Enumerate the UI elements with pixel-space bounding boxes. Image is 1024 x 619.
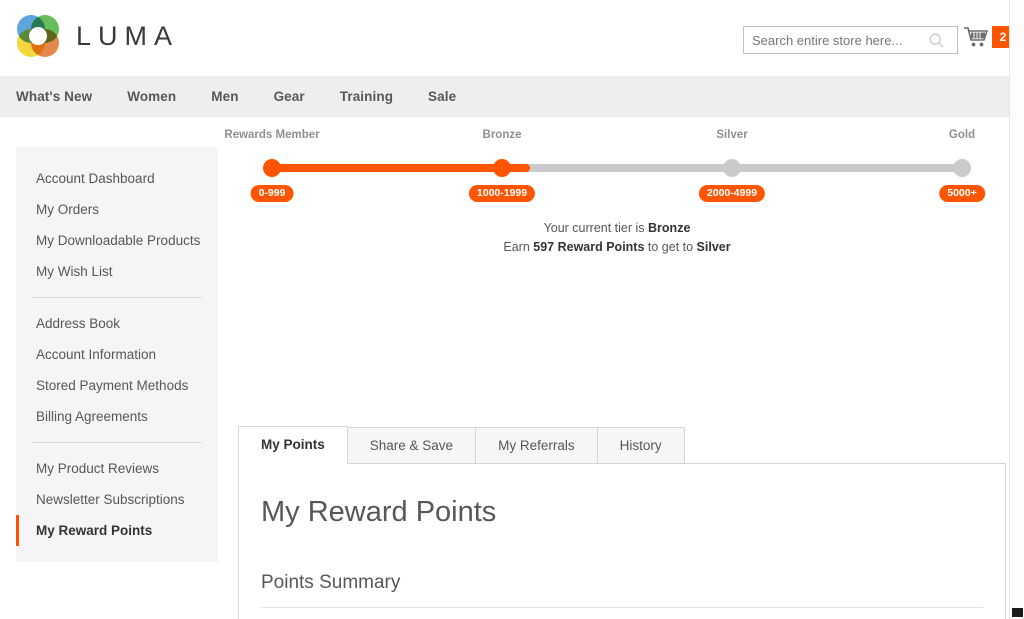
- shopping-cart-icon[interactable]: [963, 25, 989, 49]
- reward-tabs: My PointsShare & SaveMy ReferralsHistory: [238, 426, 684, 464]
- nav-item-4[interactable]: Training: [340, 89, 393, 104]
- current-tier-prefix: Your current tier is: [544, 221, 648, 235]
- nav-item-5[interactable]: Sale: [428, 89, 456, 104]
- tier-label-2: Silver: [716, 129, 747, 141]
- site-header: LUMA: [0, 0, 1024, 76]
- sidebar-item-my-orders[interactable]: My Orders: [16, 194, 218, 225]
- account-sidebar: Account DashboardMy OrdersMy Downloadabl…: [16, 147, 218, 562]
- current-tier-line: Your current tier is Bronze: [226, 219, 1008, 238]
- tier-range-pill-1: 1000-1999: [469, 185, 535, 202]
- nav-item-2[interactable]: Men: [211, 89, 238, 104]
- sidebar-item-my-product-reviews[interactable]: My Product Reviews: [16, 453, 218, 484]
- tab-my-points[interactable]: My Points: [238, 426, 348, 464]
- tier-status: Your current tier is Bronze Earn 597 Rew…: [226, 219, 1008, 257]
- next-prefix: Earn: [503, 240, 533, 254]
- tier-label-1: Bronze: [483, 129, 522, 141]
- search-box[interactable]: [743, 26, 958, 54]
- sidebar-item-my-downloadable-products[interactable]: My Downloadable Products: [16, 225, 218, 256]
- nav-item-3[interactable]: Gear: [274, 89, 305, 104]
- search-input[interactable]: [744, 27, 922, 53]
- tab-history[interactable]: History: [597, 427, 685, 464]
- tier-dot-1[interactable]: [493, 159, 511, 177]
- tier-range-pill-3: 5000+: [939, 185, 985, 202]
- page-title: My Reward Points: [261, 494, 983, 530]
- page-scrollbar[interactable]: [1009, 0, 1024, 619]
- tier-labels: Rewards Member Bronze Silver Gold: [226, 129, 1008, 149]
- next-tier-line: Earn 597 Reward Points to get to Silver: [226, 238, 1008, 257]
- main-navigation: What's New Women Men Gear Training Sale: [0, 76, 1024, 117]
- tab-my-referrals[interactable]: My Referrals: [475, 427, 598, 464]
- tier-progress-fill: [272, 164, 530, 172]
- sidebar-item-my-wish-list[interactable]: My Wish List: [16, 256, 218, 287]
- body-area: Account DashboardMy OrdersMy Downloadabl…: [0, 117, 1024, 619]
- section-title: Points Summary: [261, 572, 983, 608]
- tier-track: [226, 155, 1008, 181]
- tier-range-pills: 0-999 1000-1999 2000-4999 5000+: [226, 185, 1008, 205]
- tier-label-3: Gold: [949, 129, 975, 141]
- current-tier-value: Bronze: [648, 221, 690, 235]
- sidebar-item-address-book[interactable]: Address Book: [16, 308, 218, 339]
- page-root: LUMA: [0, 0, 1024, 619]
- tier-dot-2[interactable]: [723, 159, 741, 177]
- next-points: 597 Reward Points: [533, 240, 644, 254]
- cart[interactable]: 2: [963, 25, 1014, 49]
- sidebar-item-account-information[interactable]: Account Information: [16, 339, 218, 370]
- sidebar-item-account-dashboard[interactable]: Account Dashboard: [16, 163, 218, 194]
- sidebar-divider: [32, 297, 202, 298]
- tier-dot-0[interactable]: [263, 159, 281, 177]
- sidebar-divider: [32, 442, 202, 443]
- tier-progress: Rewards Member Bronze Silver Gold 0-999 1000…: [226, 129, 1008, 257]
- sidebar-item-stored-payment-methods[interactable]: Stored Payment Methods: [16, 370, 218, 401]
- sidebar-item-my-reward-points[interactable]: My Reward Points: [16, 515, 218, 546]
- tier-label-0: Rewards Member: [224, 129, 319, 141]
- next-tier: Silver: [697, 240, 731, 254]
- tab-share-save[interactable]: Share & Save: [347, 427, 476, 464]
- logo[interactable]: LUMA: [16, 14, 179, 58]
- tier-dot-3[interactable]: [953, 159, 971, 177]
- brand-name: LUMA: [76, 21, 179, 52]
- search-icon[interactable]: [922, 27, 950, 53]
- nav-item-0[interactable]: What's New: [16, 89, 92, 104]
- next-mid: to get to: [644, 240, 696, 254]
- scrollbar-down-arrow[interactable]: [1012, 608, 1023, 617]
- tier-range-pill-2: 2000-4999: [699, 185, 765, 202]
- sidebar-item-newsletter-subscriptions[interactable]: Newsletter Subscriptions: [16, 484, 218, 515]
- tier-range-pill-0: 0-999: [251, 185, 294, 202]
- sidebar-item-billing-agreements[interactable]: Billing Agreements: [16, 401, 218, 432]
- luma-logo-icon: [16, 14, 60, 58]
- nav-item-1[interactable]: Women: [127, 89, 176, 104]
- reward-content-panel: My Reward Points Points Summary You have…: [238, 463, 1006, 619]
